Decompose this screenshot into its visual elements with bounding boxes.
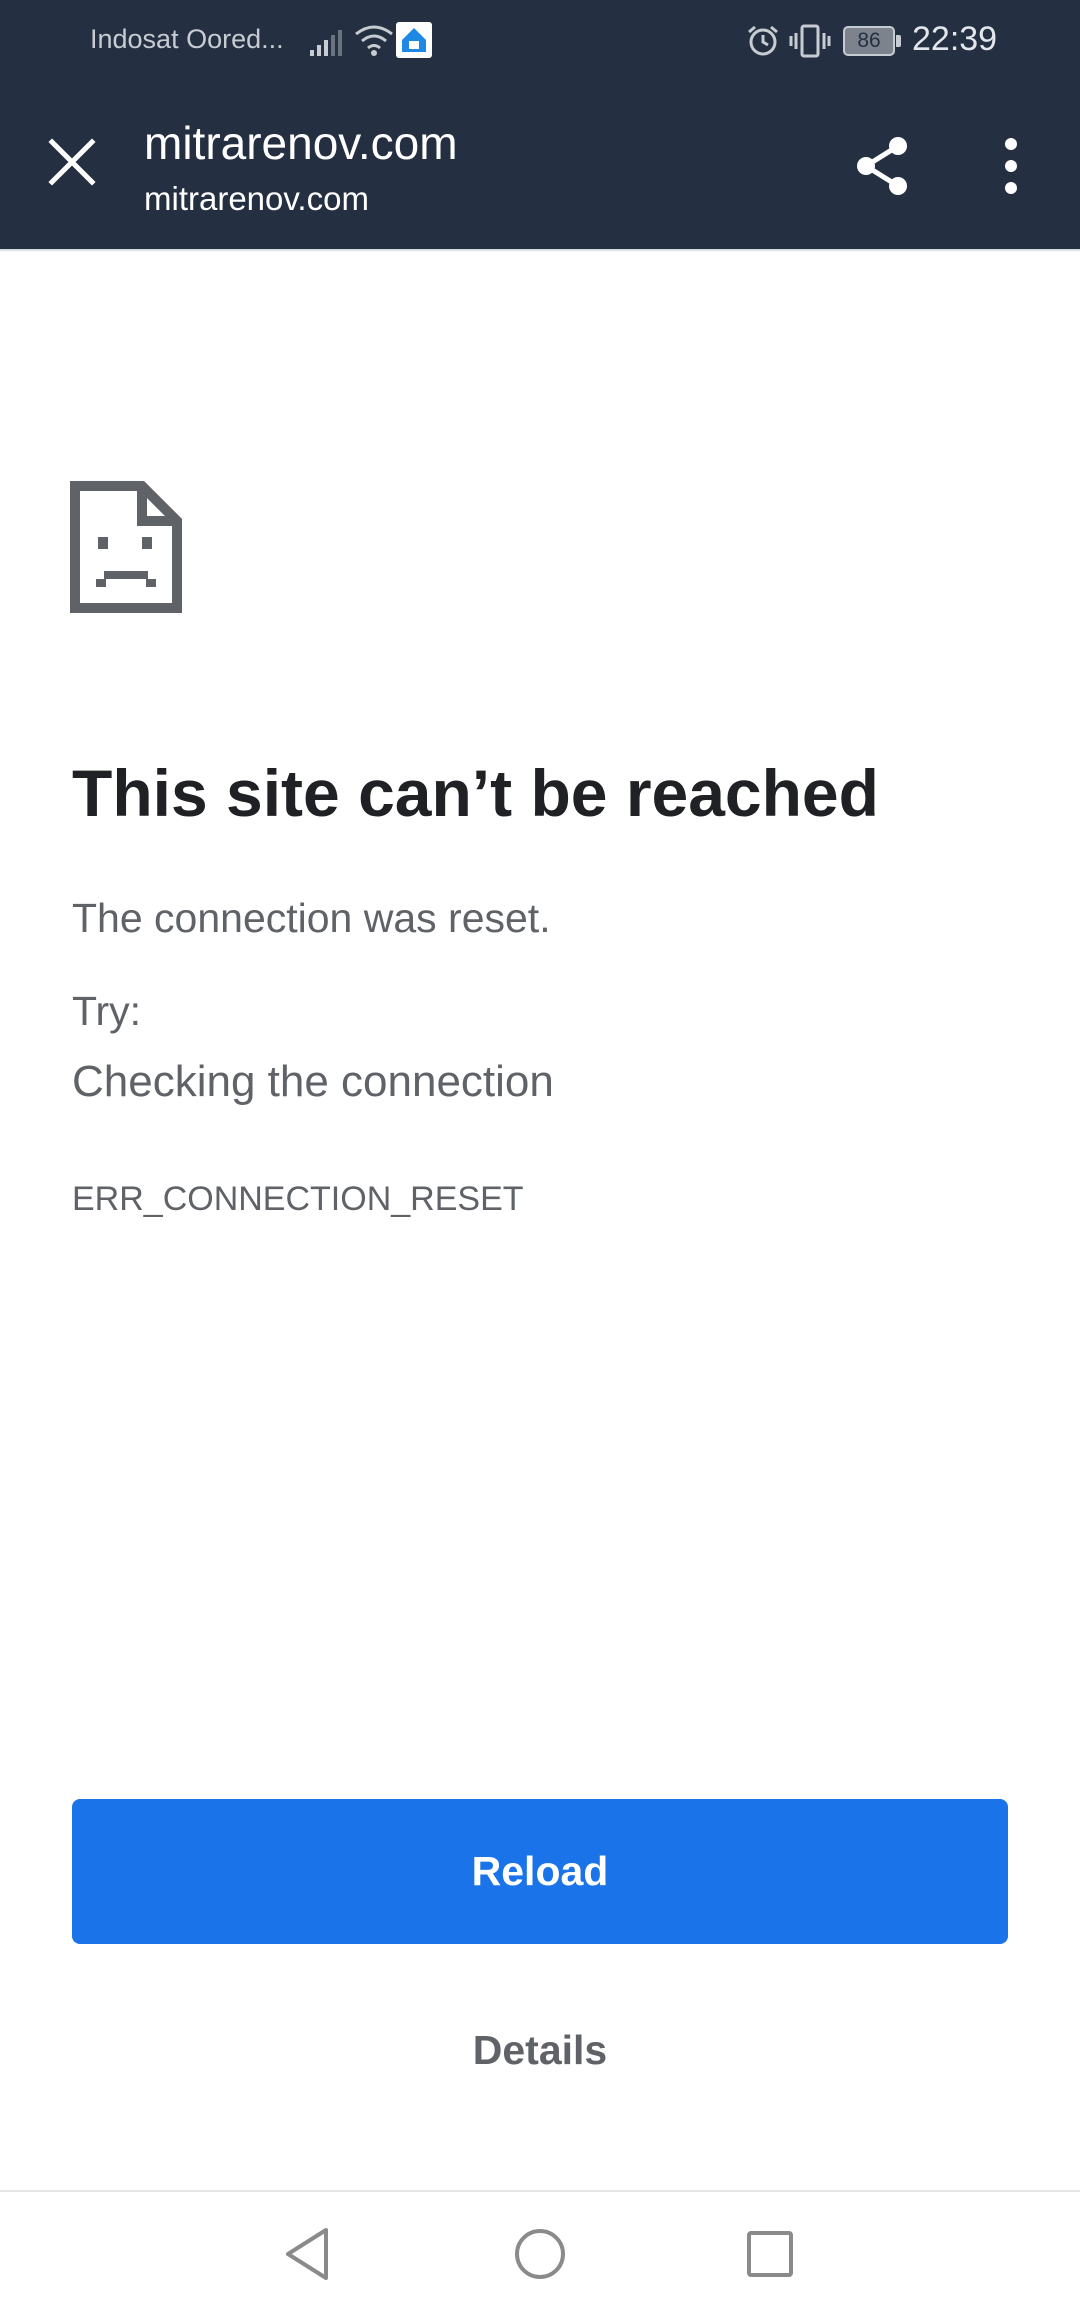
app-notification-icon bbox=[396, 22, 432, 58]
clock: 22:39 bbox=[912, 20, 998, 58]
try-label: Try: bbox=[72, 988, 142, 1034]
error-title: This site can’t be reached bbox=[72, 756, 879, 830]
page-url[interactable]: mitrarenov.com bbox=[144, 180, 369, 218]
home-icon[interactable] bbox=[508, 2222, 572, 2286]
share-icon[interactable] bbox=[846, 130, 918, 202]
error-message: The connection was reset. bbox=[72, 895, 551, 941]
close-icon[interactable] bbox=[36, 126, 108, 198]
battery-level: 86 bbox=[843, 26, 895, 56]
battery-icon: 86 bbox=[843, 26, 901, 56]
sad-document-icon bbox=[70, 481, 182, 613]
page-title[interactable]: mitrarenov.com bbox=[144, 116, 458, 170]
toolbar-shadow bbox=[0, 249, 1080, 252]
system-nav-bar bbox=[0, 2190, 1080, 2312]
back-icon[interactable] bbox=[276, 2222, 340, 2286]
suggestion-item: Checking the connection bbox=[72, 1057, 554, 1106]
alarm-icon bbox=[748, 25, 778, 56]
carrier-name: Indosat Oored... bbox=[90, 24, 284, 54]
status-bar: Indosat Oored... 86 22:39 bbox=[0, 0, 1080, 80]
error-code: ERR_CONNECTION_RESET bbox=[72, 1180, 524, 1218]
signal-icon bbox=[310, 30, 342, 56]
details-button[interactable]: Details bbox=[390, 2010, 690, 2090]
vibrate-icon bbox=[789, 24, 831, 58]
wifi-icon bbox=[355, 25, 393, 56]
reload-button[interactable]: Reload bbox=[72, 1799, 1008, 1944]
recents-icon[interactable] bbox=[738, 2222, 802, 2286]
browser-toolbar: Indosat Oored... 86 22:39 mitrarenov.com… bbox=[0, 0, 1080, 249]
more-vert-icon[interactable] bbox=[976, 130, 1048, 202]
